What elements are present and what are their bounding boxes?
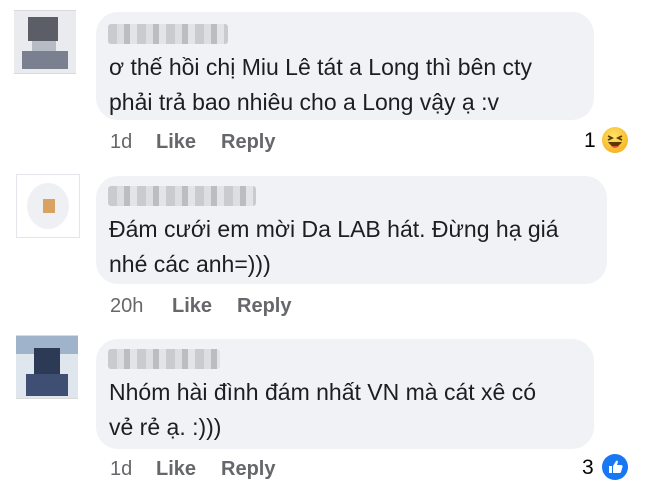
- reply-button[interactable]: Reply: [221, 131, 275, 154]
- comment-text-line: Nhóm hài đình đám nhất VN mà cát xê có: [109, 379, 536, 405]
- avatar-pixel: [22, 51, 68, 69]
- comment-bubble: Đám cưới em mời Da LAB hát. Đừng hạ giá …: [96, 176, 607, 284]
- commenter-name[interactable]: [108, 24, 228, 44]
- comment-text: Nhóm hài đình đám nhất VN mà cát xê có v…: [109, 375, 536, 445]
- like-button[interactable]: Like: [172, 295, 212, 318]
- avatar[interactable]: [16, 335, 78, 399]
- comment-bubble: ơ thế hồi chị Miu Lê tát a Long thì bên …: [96, 12, 594, 120]
- avatar-pixel: [28, 17, 58, 41]
- comment-text-line: vẻ rẻ ạ. :))): [109, 414, 222, 440]
- comment-time[interactable]: 20h: [110, 295, 143, 318]
- comment-bubble: Nhóm hài đình đám nhất VN mà cát xê có v…: [96, 339, 594, 449]
- haha-icon[interactable]: [602, 127, 628, 153]
- comment-time[interactable]: 1d: [110, 131, 132, 154]
- comment-text: ơ thế hồi chị Miu Lê tát a Long thì bên …: [109, 50, 532, 120]
- comment-text-line: nhé các anh=))): [109, 251, 271, 277]
- commenter-name[interactable]: [108, 349, 220, 369]
- commenter-name[interactable]: [108, 186, 256, 206]
- comment-time[interactable]: 1d: [110, 458, 132, 481]
- comment-text: Đám cưới em mời Da LAB hát. Đừng hạ giá …: [109, 212, 559, 282]
- reaction-count[interactable]: 3: [582, 456, 594, 480]
- reply-button[interactable]: Reply: [237, 295, 291, 318]
- comment-text-line: phải trả bao nhiêu cho a Long vậy ạ :v: [109, 89, 500, 115]
- like-button[interactable]: Like: [156, 131, 196, 154]
- comment-text-line: ơ thế hồi chị Miu Lê tát a Long thì bên …: [109, 54, 532, 80]
- avatar[interactable]: [14, 10, 76, 74]
- like-button[interactable]: Like: [156, 458, 196, 481]
- like-icon[interactable]: [602, 454, 628, 480]
- avatar-pixel: [26, 374, 68, 396]
- reaction-count[interactable]: 1: [584, 129, 596, 153]
- avatar[interactable]: [16, 174, 80, 238]
- reply-button[interactable]: Reply: [221, 458, 275, 481]
- avatar-pixel: [34, 348, 60, 374]
- avatar-pixel: [43, 199, 55, 213]
- comment-text-line: Đám cưới em mời Da LAB hát. Đừng hạ giá: [109, 216, 559, 242]
